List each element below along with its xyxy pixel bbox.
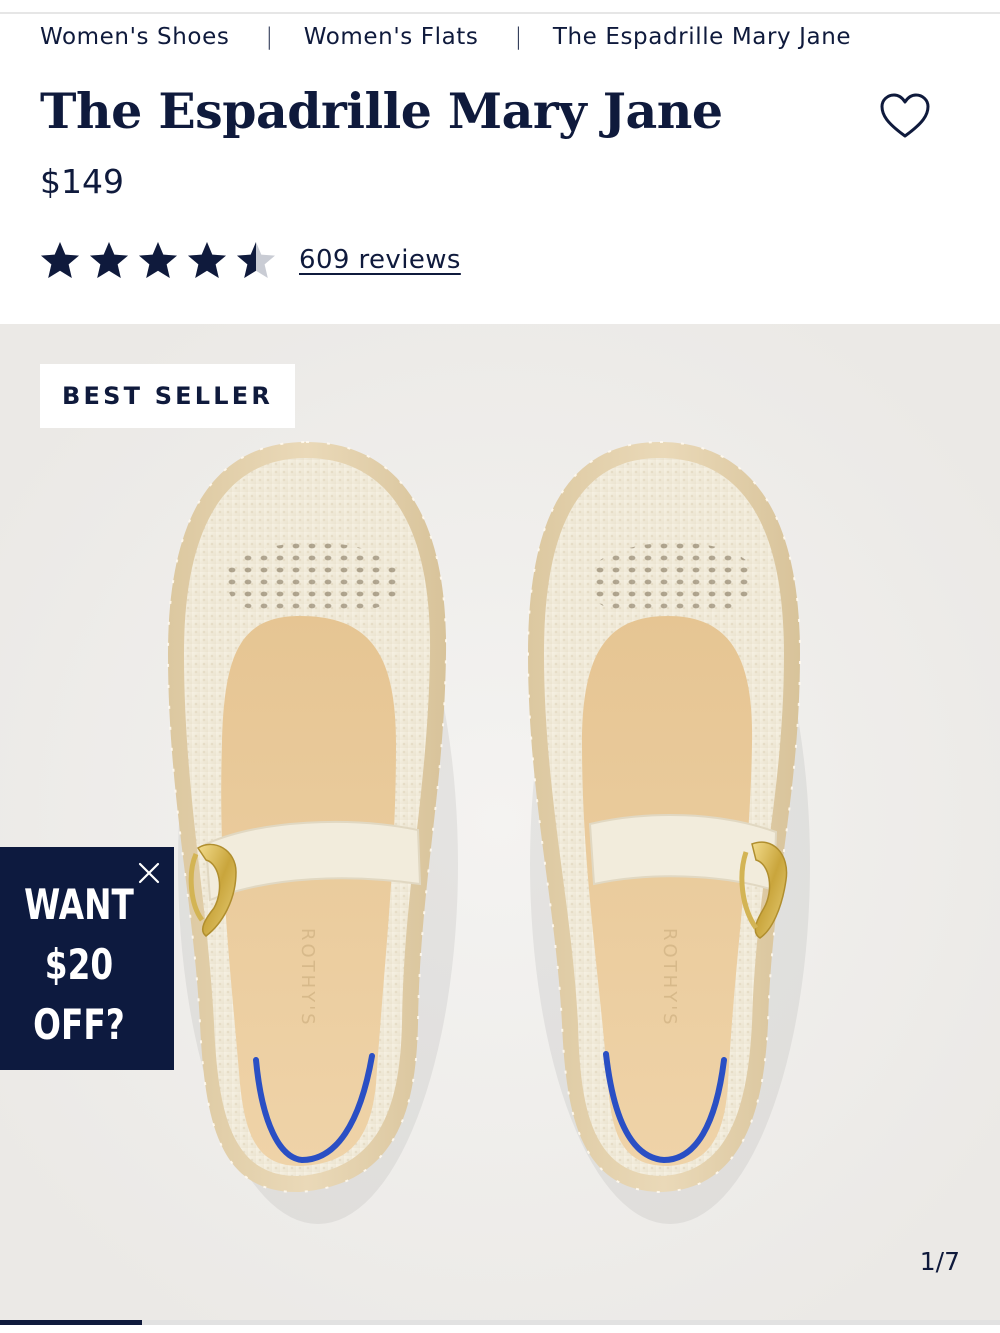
wishlist-button[interactable] bbox=[876, 90, 934, 142]
promo-line-2: $20 bbox=[44, 940, 114, 989]
star-icon bbox=[89, 240, 129, 280]
product-image-gallery[interactable]: ROTHY'S ROTHY'S BEST SELLER 1/7 bbox=[0, 324, 1000, 1320]
breadcrumb-womens-flats[interactable]: Women's Flats bbox=[304, 24, 479, 50]
gallery-progress-bar bbox=[0, 1320, 1000, 1325]
breadcrumb-womens-shoes[interactable]: Women's Shoes bbox=[40, 24, 229, 50]
star-rating[interactable] bbox=[40, 240, 285, 280]
top-divider bbox=[0, 12, 1000, 14]
heart-outline-icon bbox=[880, 93, 930, 138]
promo-text: WANT $20 OFF? bbox=[17, 875, 140, 1055]
promo-line-1: WANT bbox=[24, 880, 134, 929]
reviews-link[interactable]: 609 reviews bbox=[299, 245, 461, 275]
product-image: ROTHY'S ROTHY'S bbox=[0, 324, 1000, 1320]
close-icon[interactable] bbox=[136, 860, 162, 886]
product-page: Women's Shoes | Women's Flats | The Espa… bbox=[0, 0, 1000, 1333]
star-icon bbox=[236, 240, 276, 280]
right-shoe: ROTHY'S bbox=[526, 440, 810, 1224]
promo-line-3: OFF? bbox=[33, 1000, 125, 1049]
breadcrumb-separator: | bbox=[514, 24, 523, 50]
breadcrumb-current-product[interactable]: The Espadrille Mary Jane bbox=[553, 24, 851, 50]
discount-promo-tab[interactable]: WANT $20 OFF? bbox=[0, 847, 174, 1070]
star-icon bbox=[40, 240, 80, 280]
left-shoe: ROTHY'S bbox=[166, 440, 458, 1224]
gallery-progress-fill bbox=[0, 1320, 142, 1325]
rating-row: 609 reviews bbox=[40, 240, 461, 280]
product-title: The Espadrille Mary Jane bbox=[40, 82, 723, 140]
product-price: $149 bbox=[40, 162, 124, 201]
best-seller-badge: BEST SELLER bbox=[40, 364, 296, 428]
image-counter: 1/7 bbox=[919, 1247, 960, 1276]
brand-mark: ROTHY'S bbox=[659, 928, 680, 1028]
star-icon bbox=[187, 240, 227, 280]
star-icon bbox=[138, 240, 178, 280]
breadcrumb-separator: | bbox=[265, 24, 274, 50]
brand-mark: ROTHY'S bbox=[297, 928, 318, 1028]
breadcrumb: Women's Shoes | Women's Flats | The Espa… bbox=[40, 24, 851, 50]
